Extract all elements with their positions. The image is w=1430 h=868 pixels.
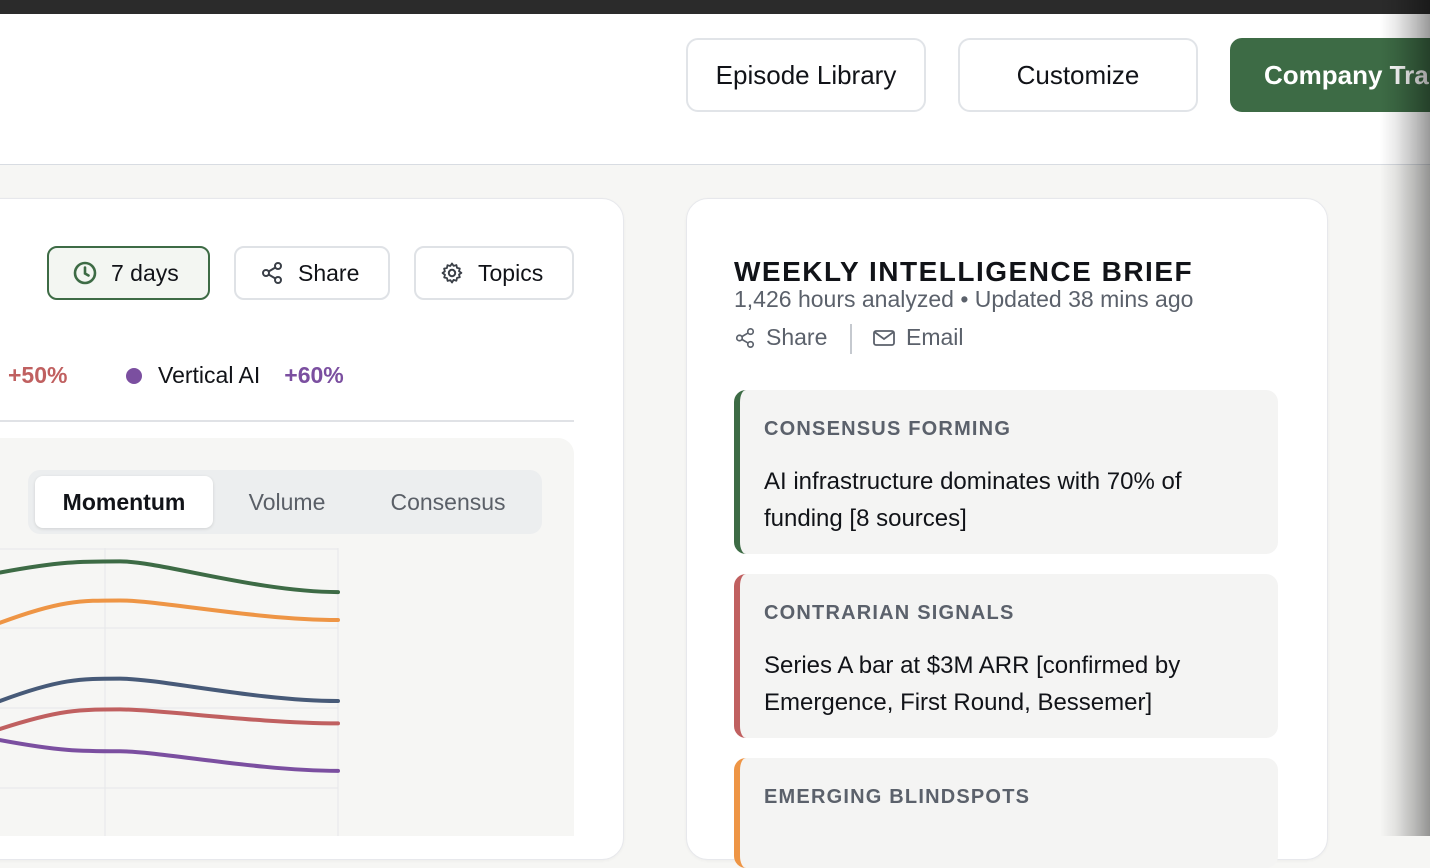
signal-card-consensus: CONSENSUS FORMING AI infrastructure domi… xyxy=(734,390,1278,554)
time-range-button[interactable]: 7 days xyxy=(47,246,210,300)
action-separator xyxy=(850,324,852,354)
topics-label: Topics xyxy=(478,259,544,286)
customize-button[interactable]: Customize xyxy=(958,38,1198,112)
brief-email-label: Email xyxy=(906,324,964,350)
momentum-chart xyxy=(0,548,340,836)
signal-label: CONSENSUS FORMING xyxy=(764,418,1012,440)
legend-item: +50% xyxy=(8,362,67,389)
legend-change: +60% xyxy=(284,362,344,388)
series-line xyxy=(0,738,340,773)
signal-card-blindspots: EMERGING BLINDSPOTS xyxy=(734,758,1278,868)
share-button[interactable]: Share xyxy=(234,246,390,300)
series-line xyxy=(0,598,340,625)
brief-title: WEEKLY INTELLIGENCE BRIEF xyxy=(734,256,1194,287)
topics-button[interactable]: Topics xyxy=(414,246,574,300)
app-header: Episode Library Customize Company Tra xyxy=(0,14,1430,165)
episode-library-button[interactable]: Episode Library xyxy=(686,38,926,112)
brief-share-link[interactable]: Share xyxy=(734,324,827,351)
legend-dot xyxy=(126,367,142,384)
signal-label: CONTRARIAN SIGNALS xyxy=(764,602,1015,624)
share-icon xyxy=(735,327,755,348)
brief-email-link[interactable]: Email xyxy=(872,324,964,351)
series-line xyxy=(0,559,340,595)
gear-icon xyxy=(441,262,463,284)
share-icon xyxy=(262,262,282,284)
signal-text: Series A bar at $3M ARR [confirmed by Em… xyxy=(764,652,1181,716)
mail-icon xyxy=(873,329,895,346)
window-top-bar xyxy=(0,0,1430,14)
signal-text: AI infrastructure dominates with 70% of … xyxy=(764,468,1182,532)
chart-mode-tabs: Momentum Volume Consensus xyxy=(28,470,542,534)
tab-momentum[interactable]: Momentum xyxy=(35,476,213,528)
signal-label: EMERGING BLINDSPOTS xyxy=(764,786,1031,808)
divider xyxy=(0,420,574,422)
clock-icon xyxy=(73,261,97,285)
time-range-label: 7 days xyxy=(111,259,179,286)
brief-share-label: Share xyxy=(766,324,828,350)
company-tracker-label: Company Tra xyxy=(1264,59,1429,90)
series-line xyxy=(0,707,340,731)
legend-change: +50% xyxy=(8,362,68,388)
company-tracker-button[interactable]: Company Tra xyxy=(1230,38,1430,112)
legend-label: Vertical AI xyxy=(158,362,261,388)
legend-item-vertical-ai: Vertical AI +60% xyxy=(126,362,344,389)
signal-card-contrarian: CONTRARIAN SIGNALS Series A bar at $3M A… xyxy=(734,574,1278,738)
tab-consensus[interactable]: Consensus xyxy=(363,476,533,528)
share-label: Share xyxy=(298,259,360,286)
tab-volume[interactable]: Volume xyxy=(218,476,356,528)
series-line xyxy=(0,676,340,704)
brief-meta: 1,426 hours analyzed • Updated 38 mins a… xyxy=(734,286,1194,312)
